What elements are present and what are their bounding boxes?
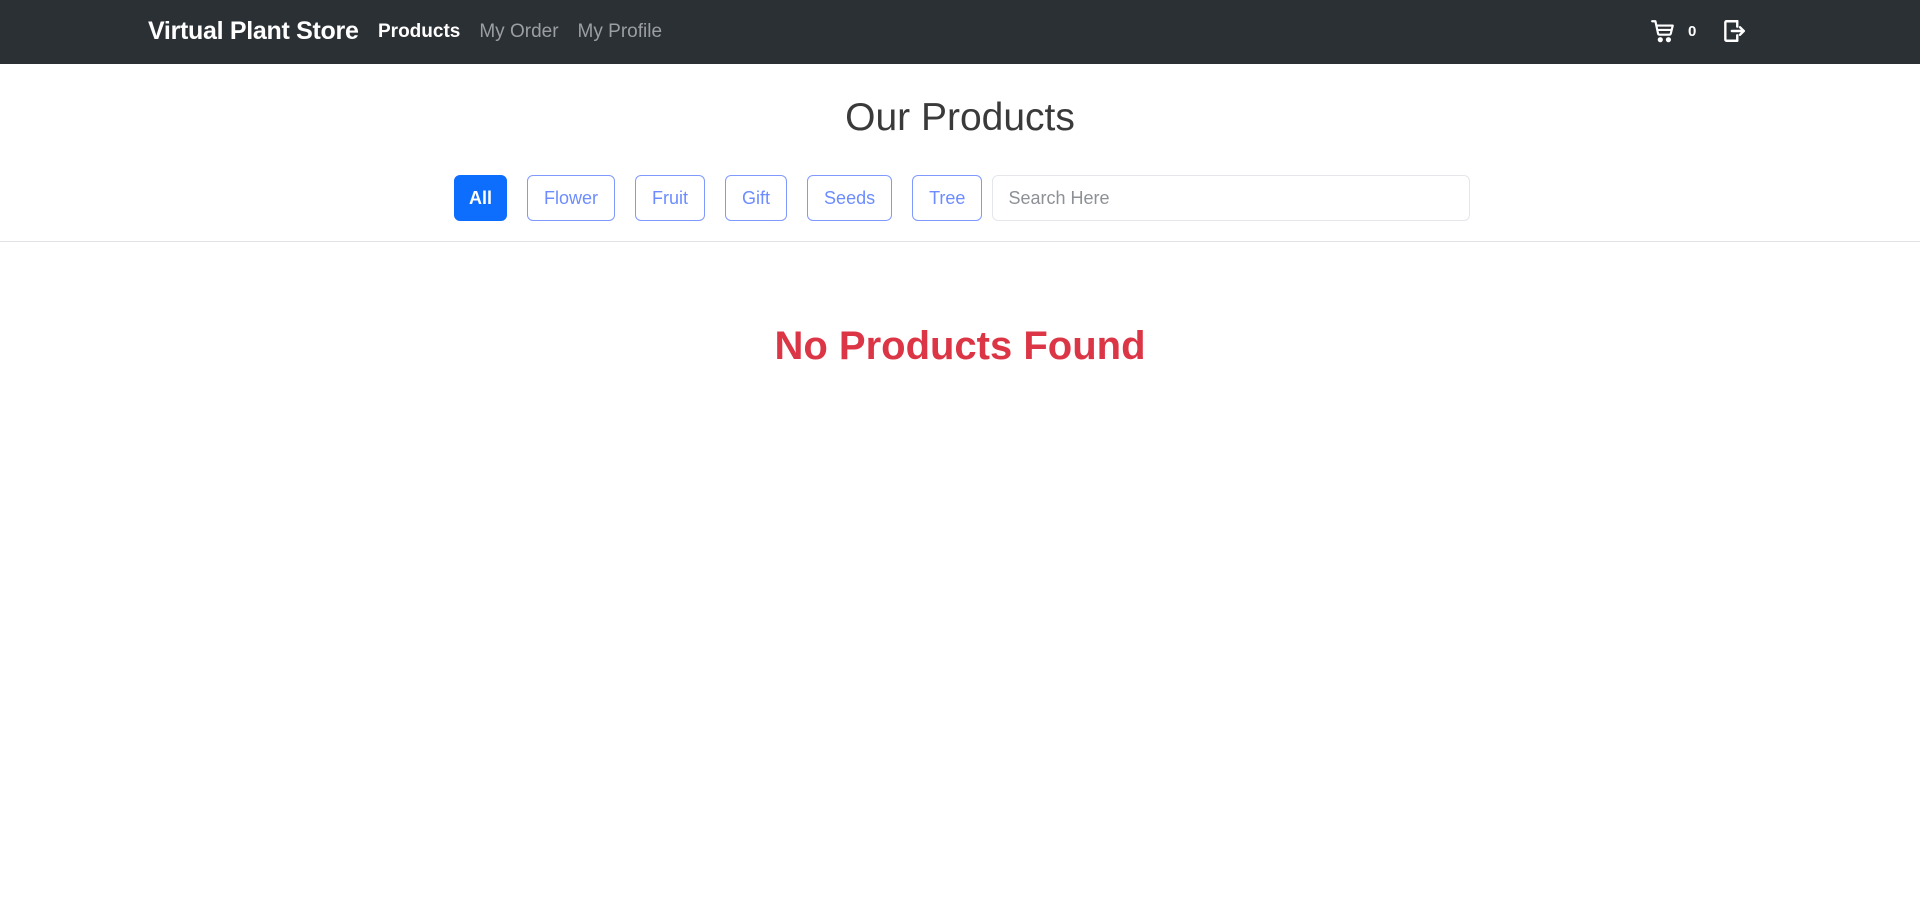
page-title: Our Products [845,96,1075,139]
cart-icon[interactable] [1650,18,1676,44]
filter-button-flower[interactable]: Flower [527,175,616,221]
nav-link-my-profile[interactable]: My Profile [578,21,662,43]
section-divider [0,241,1920,242]
filter-button-gift[interactable]: Gift [725,175,788,221]
search-input[interactable] [992,175,1471,221]
cart-count-badge: 0 [1688,22,1697,40]
empty-state-message: No Products Found [774,324,1146,368]
filter-button-seeds[interactable]: Seeds [807,175,893,221]
top-navbar: Virtual Plant Store Products My Order My… [0,0,1920,64]
category-filter-bar: All Flower Fruit Gift Seeds Tree [454,174,1471,222]
brand-link[interactable]: Virtual Plant Store [148,17,359,46]
filter-button-all[interactable]: All [454,175,508,221]
filter-button-fruit[interactable]: Fruit [635,175,706,221]
logout-icon[interactable] [1721,18,1747,44]
nav-link-products[interactable]: Products [378,21,460,43]
nav-link-my-order[interactable]: My Order [479,21,558,43]
nav-links: Products My Order My Profile [378,21,662,43]
nav-right-actions: 0 [1650,18,1747,44]
filter-button-tree[interactable]: Tree [912,175,983,221]
